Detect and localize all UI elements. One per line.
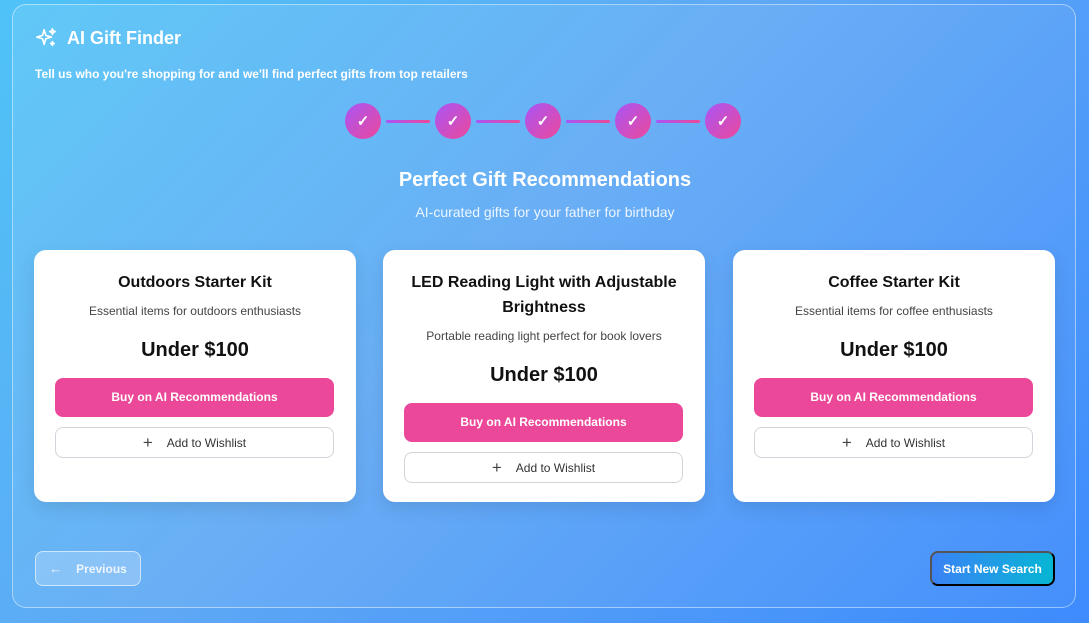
gift-name: LED Reading Light with Adjustable Bright… xyxy=(411,274,677,316)
wishlist-label: Add to Wishlist xyxy=(865,435,946,450)
tagline: Tell us who you're shopping for and we'l… xyxy=(35,67,468,81)
previous-label: Previous xyxy=(76,561,127,576)
step-connector xyxy=(656,119,700,123)
gift-name: Outdoors Starter Kit xyxy=(118,274,272,291)
app-title: AI Gift Finder xyxy=(67,27,181,48)
step-connector xyxy=(476,119,520,123)
gift-description: Essential items for coffee enthusiasts xyxy=(795,304,993,318)
step-connector xyxy=(386,119,430,123)
step-2-check: ✓ xyxy=(435,103,471,139)
gift-price: Under $100 xyxy=(840,339,948,361)
gift-card: Coffee Starter Kit Essential items for c… xyxy=(733,250,1055,502)
main-panel: AI Gift Finder Tell us who you're shoppi… xyxy=(12,4,1076,608)
progress-stepper: ✓ ✓ ✓ ✓ ✓ xyxy=(345,103,741,139)
buy-button[interactable]: Buy on AI Recommendations xyxy=(754,378,1033,417)
gift-description: Essential items for outdoors enthusiasts xyxy=(88,304,302,318)
sparkles-icon xyxy=(36,28,56,47)
start-new-search-button[interactable]: Start New Search xyxy=(930,551,1055,586)
step-1-check: ✓ xyxy=(345,103,381,139)
gift-price: Under $100 xyxy=(141,339,249,361)
step-connector xyxy=(566,119,610,123)
plus-icon: + xyxy=(841,433,852,452)
previous-button[interactable]: ← Previous xyxy=(35,551,141,586)
gift-description: Portable reading light perfect for book … xyxy=(426,329,662,343)
step-5-check: ✓ xyxy=(705,103,741,139)
buy-button[interactable]: Buy on AI Recommendations xyxy=(404,403,683,442)
wishlist-label: Add to Wishlist xyxy=(166,435,247,450)
gift-card: Outdoors Starter Kit Essential items for… xyxy=(34,250,356,502)
step-3-check: ✓ xyxy=(525,103,561,139)
results-subtitle: AI-curated gifts for your father for bir… xyxy=(415,204,675,220)
add-to-wishlist-button[interactable]: + Add to Wishlist xyxy=(404,452,683,483)
step-4-check: ✓ xyxy=(615,103,651,139)
results-title: Perfect Gift Recommendations xyxy=(398,169,692,191)
buy-button[interactable]: Buy on AI Recommendations xyxy=(55,378,334,417)
arrow-left-icon: ← xyxy=(49,561,63,576)
add-to-wishlist-button[interactable]: + Add to Wishlist xyxy=(754,427,1033,458)
gift-price: Under $100 xyxy=(490,364,598,386)
plus-icon: + xyxy=(491,458,502,477)
app-header: AI Gift Finder xyxy=(35,27,181,49)
wishlist-label: Add to Wishlist xyxy=(515,460,596,475)
plus-icon: + xyxy=(142,433,153,452)
gift-card: LED Reading Light with Adjustable Bright… xyxy=(383,250,705,502)
gift-name: Coffee Starter Kit xyxy=(828,274,960,291)
add-to-wishlist-button[interactable]: + Add to Wishlist xyxy=(55,427,334,458)
